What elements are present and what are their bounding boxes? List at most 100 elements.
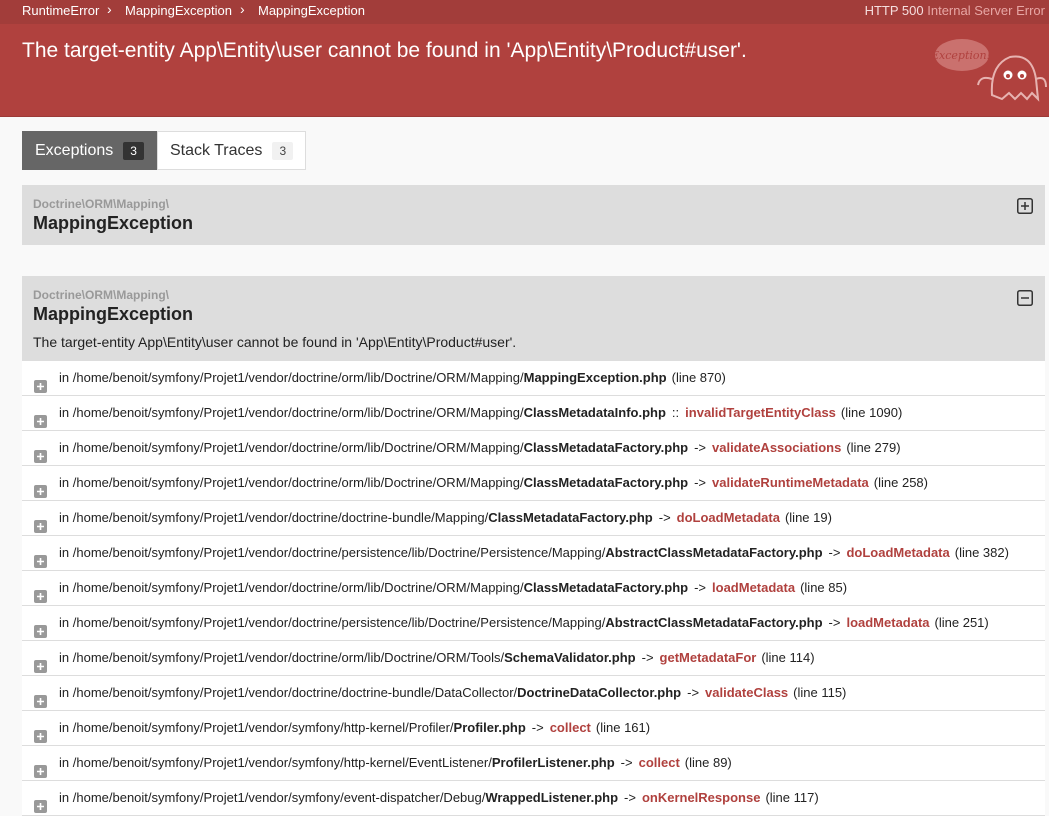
trace-function: getMetadataFor xyxy=(659,650,757,665)
trace-line-number: (line 251) xyxy=(934,615,989,630)
trace-line-number: (line 870) xyxy=(671,370,726,385)
trace-line-number: (line 279) xyxy=(846,440,901,455)
trace-file[interactable]: ClassMetadataFactory.php xyxy=(524,475,688,490)
trace-line: in /home/benoit/symfony/Projet1/vendor/d… xyxy=(59,431,901,464)
expand-plus-icon[interactable] xyxy=(34,590,47,603)
trace-line-number: (line 258) xyxy=(873,475,928,490)
tab-stack-traces[interactable]: Stack Traces 3 xyxy=(156,131,307,170)
trace-operator: -> xyxy=(694,580,707,595)
trace-line: in /home/benoit/symfony/Projet1/vendor/s… xyxy=(59,781,819,814)
trace-prefix: in xyxy=(59,755,70,770)
trace-function: loadMetadata xyxy=(712,580,796,595)
trace-row[interactable]: in /home/benoit/symfony/Projet1/vendor/s… xyxy=(22,746,1045,781)
trace-line: in /home/benoit/symfony/Projet1/vendor/s… xyxy=(59,711,650,744)
trace-prefix: in xyxy=(59,720,70,735)
expand-plus-icon[interactable] xyxy=(34,555,47,568)
trace-prefix: in xyxy=(59,685,70,700)
trace-line-number: (line 85) xyxy=(800,580,848,595)
trace-row[interactable]: in /home/benoit/symfony/Projet1/vendor/d… xyxy=(22,536,1045,571)
trace-line: in /home/benoit/symfony/Projet1/vendor/d… xyxy=(59,361,726,394)
expand-plus-icon[interactable] xyxy=(34,450,47,463)
trace-line: in /home/benoit/symfony/Projet1/vendor/d… xyxy=(59,571,847,604)
trace-row[interactable]: in /home/benoit/symfony/Projet1/vendor/d… xyxy=(22,571,1045,606)
svg-text:Exception!: Exception! xyxy=(932,49,991,62)
trace-row[interactable]: in /home/benoit/symfony/Projet1/vendor/s… xyxy=(22,711,1045,746)
trace-path: /home/benoit/symfony/Projet1/vendor/doct… xyxy=(72,650,505,665)
breadcrumb-item[interactable]: MappingException xyxy=(125,3,232,18)
trace-file[interactable]: ClassMetadataFactory.php xyxy=(488,510,652,525)
trace-path: /home/benoit/symfony/Projet1/vendor/doct… xyxy=(72,580,524,595)
trace-row[interactable]: in /home/benoit/symfony/Projet1/vendor/d… xyxy=(22,466,1045,501)
trace-path: /home/benoit/symfony/Projet1/vendor/doct… xyxy=(72,370,524,385)
trace-row[interactable]: in /home/benoit/symfony/Projet1/vendor/s… xyxy=(22,781,1045,816)
http-status: HTTP 500 Internal Server Error xyxy=(865,3,1045,18)
trace-file[interactable]: AbstractClassMetadataFactory.php xyxy=(605,615,822,630)
expand-plus-icon[interactable] xyxy=(34,765,47,778)
trace-file[interactable]: WrappedListener.php xyxy=(485,790,618,805)
trace-function: loadMetadata xyxy=(846,615,930,630)
trace-file[interactable]: ClassMetadataFactory.php xyxy=(524,580,688,595)
trace-file[interactable]: Profiler.php xyxy=(454,720,526,735)
trace-line: in /home/benoit/symfony/Projet1/vendor/d… xyxy=(59,396,902,429)
trace-prefix: in xyxy=(59,615,70,630)
trace-row[interactable]: in /home/benoit/symfony/Projet1/vendor/d… xyxy=(22,606,1045,641)
status-code: HTTP 500 xyxy=(864,3,924,18)
trace-row[interactable]: in /home/benoit/symfony/Projet1/vendor/d… xyxy=(22,396,1045,431)
page-title: The target-entity App\Entity\user cannot… xyxy=(22,39,747,62)
trace-file[interactable]: SchemaValidator.php xyxy=(504,650,636,665)
trace-file[interactable]: ClassMetadataInfo.php xyxy=(524,405,666,420)
trace-prefix: in xyxy=(59,510,70,525)
trace-line: in /home/benoit/symfony/Projet1/vendor/d… xyxy=(59,501,832,534)
trace-row[interactable]: in /home/benoit/symfony/Projet1/vendor/d… xyxy=(22,676,1045,711)
trace-file[interactable]: DoctrineDataCollector.php xyxy=(517,685,681,700)
trace-line-number: (line 1090) xyxy=(840,405,903,420)
trace-path: /home/benoit/symfony/Projet1/vendor/symf… xyxy=(72,790,486,805)
trace-row[interactable]: in /home/benoit/symfony/Projet1/vendor/d… xyxy=(22,361,1045,396)
exception-panel: Doctrine\ORM\Mapping\ MappingException T… xyxy=(22,276,1045,361)
expand-plus-icon[interactable] xyxy=(34,485,47,498)
breadcrumb-item[interactable]: MappingException xyxy=(258,3,365,18)
trace-function: collect xyxy=(638,755,680,770)
trace-prefix: in xyxy=(59,790,70,805)
trace-path: /home/benoit/symfony/Projet1/vendor/doct… xyxy=(72,685,518,700)
expand-plus-icon[interactable] xyxy=(34,695,47,708)
trace-row[interactable]: in /home/benoit/symfony/Projet1/vendor/d… xyxy=(22,641,1045,676)
expand-plus-icon[interactable] xyxy=(34,660,47,673)
trace-line-number: (line 19) xyxy=(784,510,832,525)
trace-row[interactable]: in /home/benoit/symfony/Projet1/vendor/d… xyxy=(22,431,1045,466)
collapse-minus-icon[interactable] xyxy=(1017,290,1033,306)
trace-path: /home/benoit/symfony/Projet1/vendor/symf… xyxy=(72,755,492,770)
trace-function: validateRuntimeMetadata xyxy=(712,475,869,490)
trace-function: doLoadMetadata xyxy=(846,545,950,560)
tab-exceptions[interactable]: Exceptions 3 xyxy=(22,131,157,170)
trace-function: onKernelResponse xyxy=(641,790,761,805)
trace-path: /home/benoit/symfony/Projet1/vendor/symf… xyxy=(72,720,454,735)
trace-operator: -> xyxy=(828,545,841,560)
chevron-right-icon: › xyxy=(107,1,112,17)
expand-plus-icon[interactable] xyxy=(34,800,47,813)
expand-plus-icon[interactable] xyxy=(1017,198,1033,214)
trace-path: /home/benoit/symfony/Projet1/vendor/doct… xyxy=(72,545,606,560)
trace-function: invalidTargetEntityClass xyxy=(685,405,836,420)
trace-row[interactable]: in /home/benoit/symfony/Projet1/vendor/d… xyxy=(22,501,1045,536)
trace-operator: -> xyxy=(620,755,633,770)
exception-class: MappingException xyxy=(33,304,194,324)
tab-label: Stack Traces xyxy=(169,141,263,159)
trace-operator: -> xyxy=(641,650,654,665)
trace-file[interactable]: MappingException.php xyxy=(524,370,667,385)
expand-plus-icon[interactable] xyxy=(34,730,47,743)
expand-plus-icon[interactable] xyxy=(34,625,47,638)
trace-path: /home/benoit/symfony/Projet1/vendor/doct… xyxy=(72,475,524,490)
trace-file[interactable]: AbstractClassMetadataFactory.php xyxy=(605,545,822,560)
expand-plus-icon[interactable] xyxy=(34,380,47,393)
trace-line: in /home/benoit/symfony/Projet1/vendor/d… xyxy=(59,606,989,639)
tab-bar: Exceptions 3 Stack Traces 3 xyxy=(22,131,307,170)
expand-plus-icon[interactable] xyxy=(34,415,47,428)
expand-plus-icon[interactable] xyxy=(34,520,47,533)
trace-operator: :: xyxy=(671,405,680,420)
trace-file[interactable]: ClassMetadataFactory.php xyxy=(524,440,688,455)
breadcrumb-item[interactable]: RuntimeError xyxy=(22,3,99,18)
trace-path: /home/benoit/symfony/Projet1/vendor/doct… xyxy=(72,615,606,630)
trace-function: validateClass xyxy=(705,685,789,700)
trace-file[interactable]: ProfilerListener.php xyxy=(492,755,615,770)
